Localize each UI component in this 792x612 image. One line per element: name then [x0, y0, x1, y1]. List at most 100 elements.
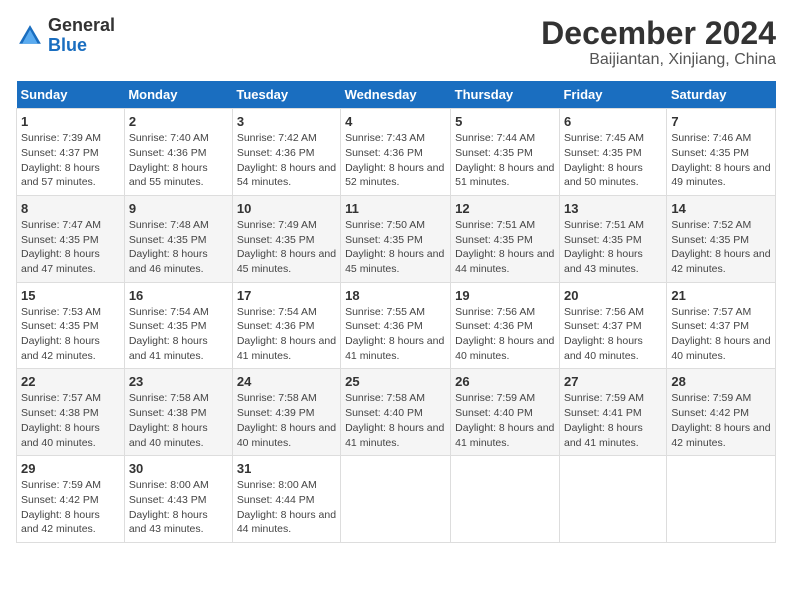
day-cell: 2 Sunrise: 7:40 AM Sunset: 4:36 PM Daylig…	[124, 109, 232, 196]
day-number: 16	[129, 288, 228, 303]
day-number: 15	[21, 288, 120, 303]
day-detail: Sunrise: 8:00 AM Sunset: 4:43 PM Dayligh…	[129, 478, 228, 537]
day-number: 22	[21, 374, 120, 389]
day-cell: 4 Sunrise: 7:43 AM Sunset: 4:36 PM Daylig…	[341, 109, 451, 196]
day-cell: 14 Sunrise: 7:52 AM Sunset: 4:35 PM Dayli…	[667, 195, 776, 282]
header-day-monday: Monday	[124, 81, 232, 109]
week-row-1: 1 Sunrise: 7:39 AM Sunset: 4:37 PM Daylig…	[17, 109, 776, 196]
logo-icon	[16, 22, 44, 50]
day-detail: Sunrise: 7:42 AM Sunset: 4:36 PM Dayligh…	[237, 131, 336, 190]
day-detail: Sunrise: 7:47 AM Sunset: 4:35 PM Dayligh…	[21, 218, 120, 277]
day-cell: 20Sunrise: 7:56 AM Sunset: 4:37 PM Dayli…	[559, 282, 666, 369]
day-cell	[451, 456, 560, 543]
calendar-header-row: SundayMondayTuesdayWednesdayThursdayFrid…	[17, 81, 776, 109]
day-detail: Sunrise: 7:39 AM Sunset: 4:37 PM Dayligh…	[21, 131, 120, 190]
day-number: 19	[455, 288, 555, 303]
day-cell: 30 Sunrise: 8:00 AM Sunset: 4:43 PM Dayli…	[124, 456, 232, 543]
day-number: 13	[564, 201, 662, 216]
day-cell: 7 Sunrise: 7:46 AM Sunset: 4:35 PM Daylig…	[667, 109, 776, 196]
day-detail: Sunrise: 7:40 AM Sunset: 4:36 PM Dayligh…	[129, 131, 228, 190]
day-number: 5	[455, 114, 555, 129]
day-detail: Sunrise: 7:54 AM Sunset: 4:36 PM Dayligh…	[237, 305, 336, 364]
day-detail: Sunrise: 7:58 AM Sunset: 4:38 PM Dayligh…	[129, 391, 228, 450]
day-cell	[667, 456, 776, 543]
day-cell: 29 Sunrise: 7:59 AM Sunset: 4:42 PM Dayli…	[17, 456, 125, 543]
day-number: 7	[671, 114, 771, 129]
title-area: December 2024 Baijiantan, Xinjiang, Chin…	[541, 16, 776, 69]
day-cell: 31Sunrise: 8:00 AM Sunset: 4:44 PM Dayli…	[232, 456, 340, 543]
day-detail: Sunrise: 7:58 AM Sunset: 4:40 PM Dayligh…	[345, 391, 446, 450]
day-number: 4	[345, 114, 446, 129]
header: General Blue December 2024 Baijiantan, X…	[16, 16, 776, 69]
day-detail: Sunrise: 7:59 AM Sunset: 4:41 PM Dayligh…	[564, 391, 662, 450]
day-cell: 5 Sunrise: 7:44 AM Sunset: 4:35 PM Daylig…	[451, 109, 560, 196]
day-detail: Sunrise: 7:43 AM Sunset: 4:36 PM Dayligh…	[345, 131, 446, 190]
day-cell: 15 Sunrise: 7:53 AM Sunset: 4:35 PM Dayli…	[17, 282, 125, 369]
day-number: 18	[345, 288, 446, 303]
day-number: 27	[564, 374, 662, 389]
day-detail: Sunrise: 7:52 AM Sunset: 4:35 PM Dayligh…	[671, 218, 771, 277]
day-number: 6	[564, 114, 662, 129]
location-title: Baijiantan, Xinjiang, China	[541, 51, 776, 69]
day-number: 21	[671, 288, 771, 303]
day-detail: Sunrise: 7:49 AM Sunset: 4:35 PM Dayligh…	[237, 218, 336, 277]
week-row-3: 15 Sunrise: 7:53 AM Sunset: 4:35 PM Dayli…	[17, 282, 776, 369]
day-detail: Sunrise: 7:48 AM Sunset: 4:35 PM Dayligh…	[129, 218, 228, 277]
day-number: 23	[129, 374, 228, 389]
day-detail: Sunrise: 7:53 AM Sunset: 4:35 PM Dayligh…	[21, 305, 120, 364]
day-detail: Sunrise: 7:44 AM Sunset: 4:35 PM Dayligh…	[455, 131, 555, 190]
day-number: 8	[21, 201, 120, 216]
day-cell: 21 Sunrise: 7:57 AM Sunset: 4:37 PM Dayli…	[667, 282, 776, 369]
day-detail: Sunrise: 7:55 AM Sunset: 4:36 PM Dayligh…	[345, 305, 446, 364]
day-cell: 8 Sunrise: 7:47 AM Sunset: 4:35 PM Daylig…	[17, 195, 125, 282]
day-detail: Sunrise: 7:59 AM Sunset: 4:42 PM Dayligh…	[671, 391, 771, 450]
day-cell: 18 Sunrise: 7:55 AM Sunset: 4:36 PM Dayli…	[341, 282, 451, 369]
logo-general: General	[48, 16, 115, 36]
header-day-friday: Friday	[559, 81, 666, 109]
day-detail: Sunrise: 7:59 AM Sunset: 4:42 PM Dayligh…	[21, 478, 120, 537]
day-cell: 28 Sunrise: 7:59 AM Sunset: 4:42 PM Dayli…	[667, 369, 776, 456]
week-row-5: 29 Sunrise: 7:59 AM Sunset: 4:42 PM Dayli…	[17, 456, 776, 543]
day-number: 24	[237, 374, 336, 389]
day-detail: Sunrise: 7:57 AM Sunset: 4:37 PM Dayligh…	[671, 305, 771, 364]
day-number: 28	[671, 374, 771, 389]
day-number: 1	[21, 114, 120, 129]
day-cell: 16 Sunrise: 7:54 AM Sunset: 4:35 PM Dayli…	[124, 282, 232, 369]
day-cell	[559, 456, 666, 543]
day-cell: 24 Sunrise: 7:58 AM Sunset: 4:39 PM Dayli…	[232, 369, 340, 456]
day-cell: 11Sunrise: 7:50 AM Sunset: 4:35 PM Dayli…	[341, 195, 451, 282]
day-detail: Sunrise: 7:46 AM Sunset: 4:35 PM Dayligh…	[671, 131, 771, 190]
day-cell: 25Sunrise: 7:58 AM Sunset: 4:40 PM Dayli…	[341, 369, 451, 456]
day-cell	[341, 456, 451, 543]
day-cell: 22Sunrise: 7:57 AM Sunset: 4:38 PM Dayli…	[17, 369, 125, 456]
day-number: 17	[237, 288, 336, 303]
day-cell: 23 Sunrise: 7:58 AM Sunset: 4:38 PM Dayli…	[124, 369, 232, 456]
week-row-2: 8 Sunrise: 7:47 AM Sunset: 4:35 PM Daylig…	[17, 195, 776, 282]
day-detail: Sunrise: 7:58 AM Sunset: 4:39 PM Dayligh…	[237, 391, 336, 450]
day-number: 2	[129, 114, 228, 129]
logo-text: General Blue	[48, 16, 115, 56]
day-cell: 9 Sunrise: 7:48 AM Sunset: 4:35 PM Daylig…	[124, 195, 232, 282]
day-number: 10	[237, 201, 336, 216]
day-number: 20	[564, 288, 662, 303]
day-number: 9	[129, 201, 228, 216]
logo-blue: Blue	[48, 36, 115, 56]
day-cell: 1 Sunrise: 7:39 AM Sunset: 4:37 PM Daylig…	[17, 109, 125, 196]
header-day-tuesday: Tuesday	[232, 81, 340, 109]
day-number: 11	[345, 201, 446, 216]
day-cell: 6Sunrise: 7:45 AM Sunset: 4:35 PM Daylig…	[559, 109, 666, 196]
day-number: 29	[21, 461, 120, 476]
day-number: 31	[237, 461, 336, 476]
day-cell: 27 Sunrise: 7:59 AM Sunset: 4:41 PM Dayli…	[559, 369, 666, 456]
day-detail: Sunrise: 7:59 AM Sunset: 4:40 PM Dayligh…	[455, 391, 555, 450]
header-day-thursday: Thursday	[451, 81, 560, 109]
day-number: 30	[129, 461, 228, 476]
day-cell: 17 Sunrise: 7:54 AM Sunset: 4:36 PM Dayli…	[232, 282, 340, 369]
day-cell: 26Sunrise: 7:59 AM Sunset: 4:40 PM Dayli…	[451, 369, 560, 456]
day-detail: Sunrise: 7:51 AM Sunset: 4:35 PM Dayligh…	[564, 218, 662, 277]
day-cell: 10 Sunrise: 7:49 AM Sunset: 4:35 PM Dayli…	[232, 195, 340, 282]
day-number: 14	[671, 201, 771, 216]
day-detail: Sunrise: 7:54 AM Sunset: 4:35 PM Dayligh…	[129, 305, 228, 364]
day-detail: Sunrise: 7:51 AM Sunset: 4:35 PM Dayligh…	[455, 218, 555, 277]
day-cell: 13 Sunrise: 7:51 AM Sunset: 4:35 PM Dayli…	[559, 195, 666, 282]
